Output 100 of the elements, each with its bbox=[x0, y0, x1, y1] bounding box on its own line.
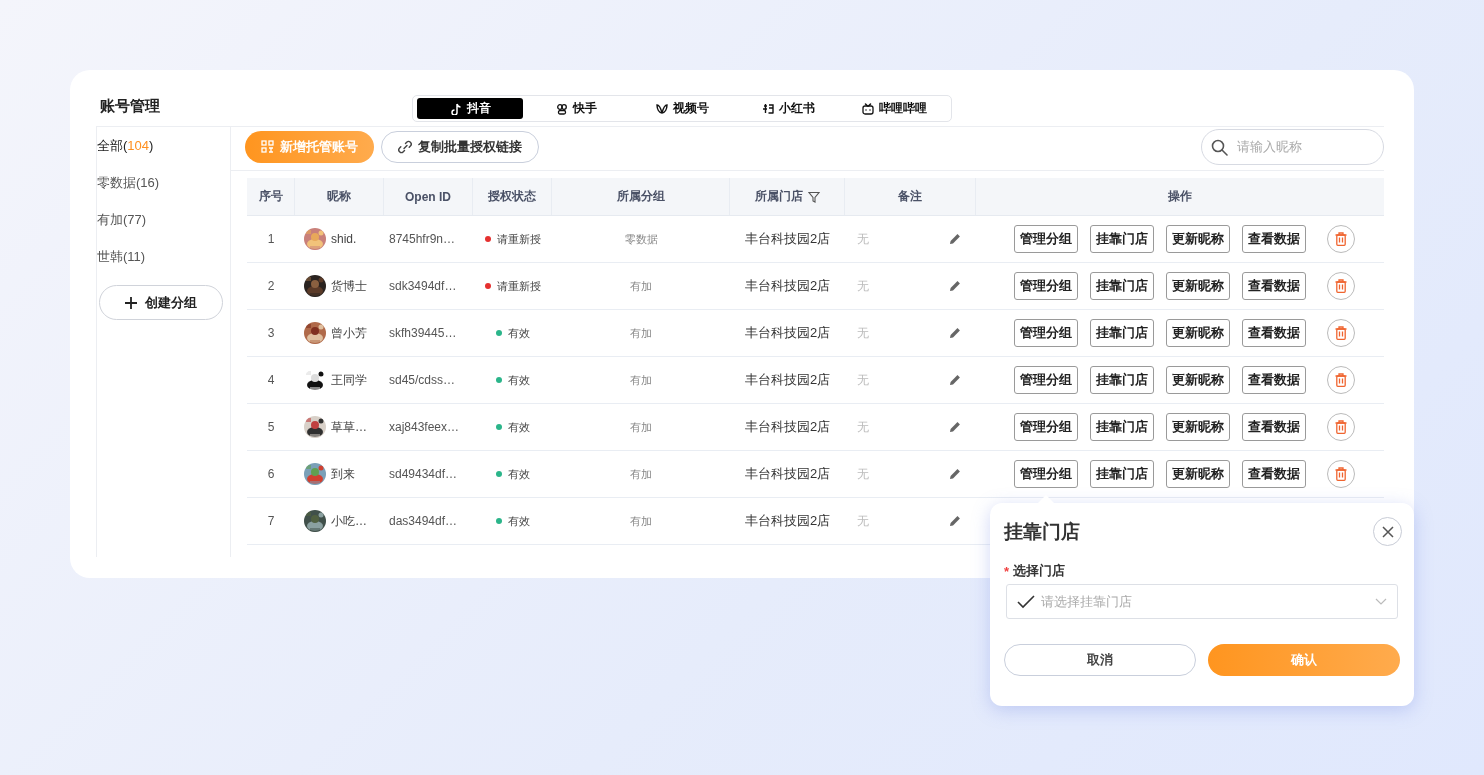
column-header: 序号 bbox=[247, 178, 295, 215]
delete-button[interactable] bbox=[1327, 272, 1355, 300]
delete-button[interactable] bbox=[1327, 413, 1355, 441]
group-item[interactable]: 零数据(16) bbox=[97, 164, 160, 201]
action-button[interactable]: 管理分组 bbox=[1014, 366, 1078, 394]
remark: 无 bbox=[857, 512, 869, 530]
column-header: 操作 bbox=[1167, 188, 1193, 205]
action-button[interactable]: 查看数据 bbox=[1242, 272, 1306, 300]
check-icon bbox=[1017, 594, 1035, 609]
pencil-icon[interactable] bbox=[949, 233, 961, 245]
delete-button[interactable] bbox=[1327, 319, 1355, 347]
trash-icon bbox=[1335, 279, 1347, 293]
action-button[interactable]: 挂靠门店 bbox=[1090, 272, 1154, 300]
close-button[interactable] bbox=[1373, 517, 1402, 546]
store-name: 丰台科技园2店 bbox=[744, 418, 831, 436]
action-button[interactable]: 查看数据 bbox=[1242, 319, 1306, 347]
column-header: Open ID bbox=[384, 178, 473, 215]
delete-button[interactable] bbox=[1327, 460, 1355, 488]
action-button[interactable]: 查看数据 bbox=[1242, 460, 1306, 488]
action-button[interactable]: 更新昵称 bbox=[1166, 319, 1230, 347]
people-icon bbox=[555, 102, 568, 115]
open-id: xaj843feex… bbox=[389, 420, 460, 434]
action-button[interactable]: 管理分组 bbox=[1014, 225, 1078, 253]
pencil-icon[interactable] bbox=[949, 280, 961, 292]
open-id: 8745hfr9n… bbox=[389, 232, 456, 246]
group-name: 有加 bbox=[630, 372, 652, 388]
action-button[interactable]: 管理分组 bbox=[1014, 460, 1078, 488]
trash-icon bbox=[1335, 232, 1347, 246]
group-item[interactable]: 有加(77) bbox=[97, 201, 147, 238]
store-name: 丰台科技园2店 bbox=[744, 230, 831, 248]
remark: 无 bbox=[857, 230, 869, 248]
action-button[interactable]: 管理分组 bbox=[1014, 413, 1078, 441]
action-button[interactable]: 挂靠门店 bbox=[1090, 319, 1154, 347]
status-label: 请重新授 bbox=[496, 278, 541, 294]
platform-tab[interactable]: 快手 bbox=[523, 98, 629, 119]
nickname: 王同学 bbox=[331, 371, 367, 389]
status-label: 有效 bbox=[507, 325, 530, 341]
field-label: * 选择门店 bbox=[1004, 562, 1066, 580]
nickname: 货博士 bbox=[331, 277, 367, 295]
row-number: 1 bbox=[266, 232, 276, 246]
pencil-icon[interactable] bbox=[949, 327, 961, 339]
action-button[interactable]: 更新昵称 bbox=[1166, 366, 1230, 394]
status-label: 有效 bbox=[507, 372, 530, 388]
remark: 无 bbox=[857, 465, 869, 483]
status-label: 有效 bbox=[507, 466, 530, 482]
store-name: 丰台科技园2店 bbox=[744, 371, 831, 389]
store-name: 丰台科技园2店 bbox=[744, 512, 831, 530]
open-id: sd45/cdss… bbox=[389, 373, 456, 387]
nickname: shid. bbox=[331, 232, 357, 246]
search-field[interactable]: 请输入昵称 bbox=[1201, 128, 1384, 165]
open-id: skfh39445… bbox=[389, 326, 457, 340]
platform-tab[interactable]: 抖音 bbox=[417, 98, 523, 119]
row-number: 4 bbox=[266, 373, 276, 387]
nickname: 小吃… bbox=[331, 512, 367, 530]
remark: 无 bbox=[857, 277, 869, 295]
open-id: sd49434df… bbox=[389, 467, 458, 481]
action-button[interactable]: 管理分组 bbox=[1014, 319, 1078, 347]
group-name: 有加 bbox=[630, 278, 652, 294]
create-group-button[interactable]: 创建分组 bbox=[99, 285, 223, 320]
column-header: 所属分组 bbox=[552, 178, 730, 215]
nickname: 草草… bbox=[331, 418, 367, 436]
action-button[interactable]: 查看数据 bbox=[1242, 366, 1306, 394]
butterfly-icon bbox=[655, 102, 668, 115]
open-id: das3494df… bbox=[389, 514, 458, 528]
delete-button[interactable] bbox=[1327, 225, 1355, 253]
link-icon bbox=[398, 139, 412, 154]
cancel-button[interactable]: 取消 bbox=[1004, 644, 1196, 676]
row-number: 6 bbox=[266, 467, 276, 481]
delete-button[interactable] bbox=[1327, 366, 1355, 394]
action-button[interactable]: 管理分组 bbox=[1014, 272, 1078, 300]
page-title: 账号管理 bbox=[99, 96, 161, 116]
action-button[interactable]: 更新昵称 bbox=[1166, 225, 1230, 253]
chevron-down-icon bbox=[1375, 597, 1387, 606]
action-button[interactable]: 挂靠门店 bbox=[1090, 460, 1154, 488]
column-header: 备注 bbox=[845, 178, 976, 215]
group-name: 有加 bbox=[630, 419, 652, 435]
pencil-icon[interactable] bbox=[949, 468, 961, 480]
platform-tab[interactable]: 视频号 bbox=[629, 98, 735, 119]
action-button[interactable]: 查看数据 bbox=[1242, 225, 1306, 253]
pencil-icon[interactable] bbox=[949, 374, 961, 386]
store-name: 丰台科技园2店 bbox=[744, 277, 831, 295]
group-item[interactable]: 全部(104) bbox=[97, 127, 154, 164]
pencil-icon[interactable] bbox=[949, 515, 961, 527]
store-name: 丰台科技园2店 bbox=[744, 465, 831, 483]
action-button[interactable]: 更新昵称 bbox=[1166, 460, 1230, 488]
action-button[interactable]: 更新昵称 bbox=[1166, 272, 1230, 300]
action-button[interactable]: 查看数据 bbox=[1242, 413, 1306, 441]
copy-link-button[interactable]: 复制批量授权链接 bbox=[381, 130, 539, 163]
action-button[interactable]: 挂靠门店 bbox=[1090, 366, 1154, 394]
platform-tab[interactable]: 哔哩哔哩 bbox=[841, 98, 947, 119]
action-button[interactable]: 更新昵称 bbox=[1166, 413, 1230, 441]
action-button[interactable]: 挂靠门店 bbox=[1090, 225, 1154, 253]
note-icon bbox=[449, 102, 462, 115]
action-button[interactable]: 挂靠门店 bbox=[1090, 413, 1154, 441]
platform-tab[interactable]: 小红书 bbox=[735, 98, 841, 119]
pencil-icon[interactable] bbox=[949, 421, 961, 433]
group-name: 零数据 bbox=[624, 231, 658, 247]
group-item[interactable]: 世韩(11) bbox=[97, 238, 146, 275]
trash-icon bbox=[1335, 326, 1347, 340]
trash-icon bbox=[1335, 373, 1347, 387]
